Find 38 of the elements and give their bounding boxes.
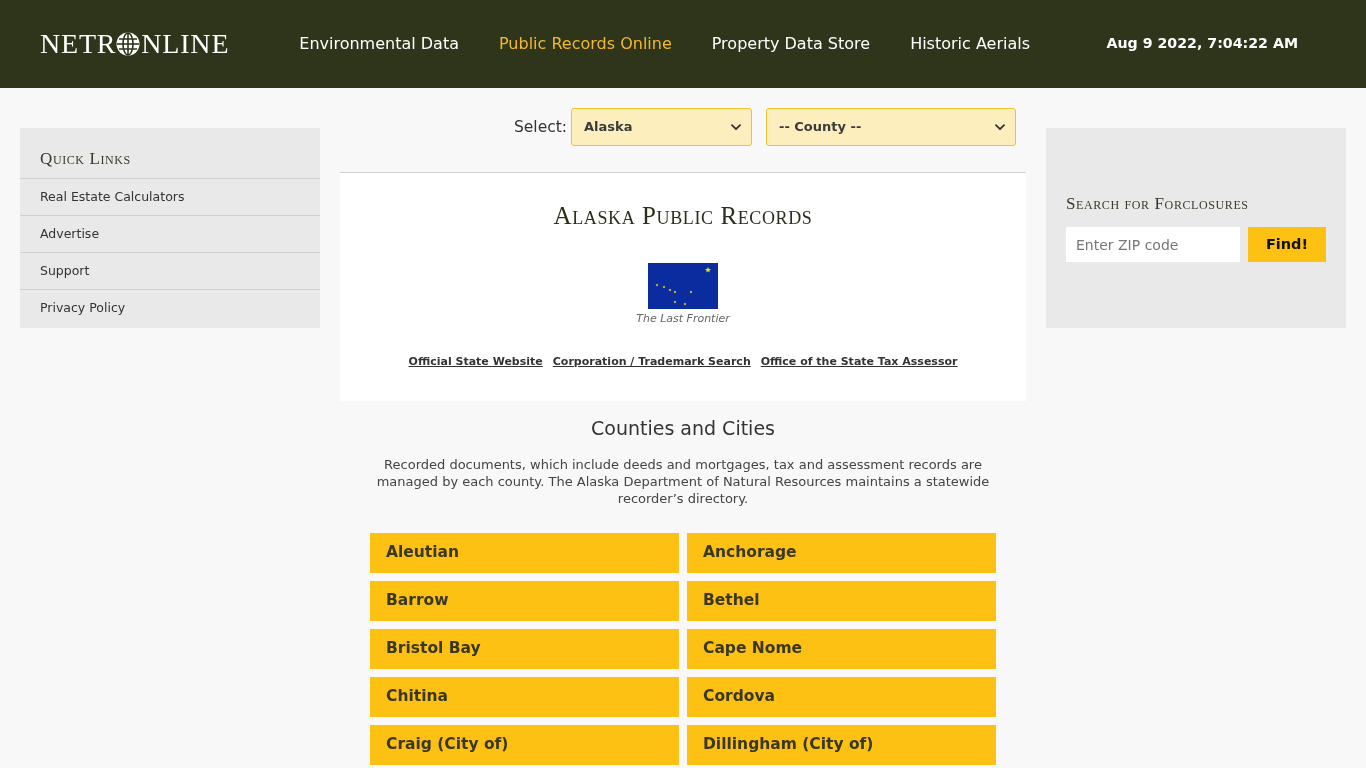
county-button[interactable]: Bethel: [687, 581, 996, 621]
section-heading: Counties and Cities: [590, 416, 776, 441]
panel-heading: Search for Forclosures: [1066, 194, 1250, 215]
logo-link[interactable]: NETR NLINE: [40, 30, 230, 58]
find-button[interactable]: Find!: [1248, 227, 1326, 263]
description-text: Recorded documents, which include deeds and mortgages, tax and assessment records are managed by each county. The Alaska Department of Natural Resources maintains a statewide recorder’s directory.: [375, 456, 991, 507]
county-button[interactable]: Chitina: [370, 677, 679, 717]
nav-link[interactable]: Environmental Data: [299, 32, 459, 56]
sidebar-link[interactable]: Privacy Policy: [20, 290, 320, 328]
resource-link[interactable]: Office of the State Tax Assessor: [760, 353, 958, 370]
county-button[interactable]: Cape Nome: [687, 629, 996, 669]
chevron-down-icon: [731, 123, 741, 131]
sidebar-link[interactable]: Real Estate Calculators: [20, 179, 320, 217]
flag-icon: [648, 263, 718, 309]
date-time: Aug 9 2022, 7:04:22 AM: [1106, 34, 1299, 54]
sidebar-link[interactable]: Advertise: [20, 216, 320, 254]
flag-caption: The Last Frontier: [636, 311, 730, 327]
county-select[interactable]: -- County --: [766, 108, 1016, 146]
chevron-down-icon: [995, 123, 1005, 131]
nav-link[interactable]: Public Records Online: [499, 32, 672, 56]
panel-heading: Quick Links: [20, 128, 320, 180]
county-button[interactable]: Craig (City of): [370, 725, 679, 765]
county-button[interactable]: Aleutian: [370, 533, 679, 573]
zip-input-field[interactable]: Enter ZIP code: [1066, 227, 1240, 263]
county-button[interactable]: Cordova: [687, 677, 996, 717]
county-button[interactable]: Dillingham (City of): [687, 725, 996, 765]
county-button[interactable]: Bristol Bay: [370, 629, 679, 669]
state-select[interactable]: Alaska: [571, 108, 752, 146]
sidebar-link[interactable]: Support: [20, 253, 320, 291]
globe-icon: [116, 32, 141, 56]
county-button[interactable]: Anchorage: [687, 533, 996, 573]
county-button[interactable]: Barrow: [370, 581, 679, 621]
nav-link[interactable]: Property Data Store: [711, 32, 871, 56]
nav-link[interactable]: Historic Aerials: [910, 32, 1031, 56]
select-label: Select:: [513, 117, 567, 138]
resource-link[interactable]: Corporation / Trademark Search: [552, 353, 751, 370]
page-title: Alaska Public Records: [553, 201, 813, 231]
resource-link[interactable]: Official State Website: [408, 353, 543, 370]
